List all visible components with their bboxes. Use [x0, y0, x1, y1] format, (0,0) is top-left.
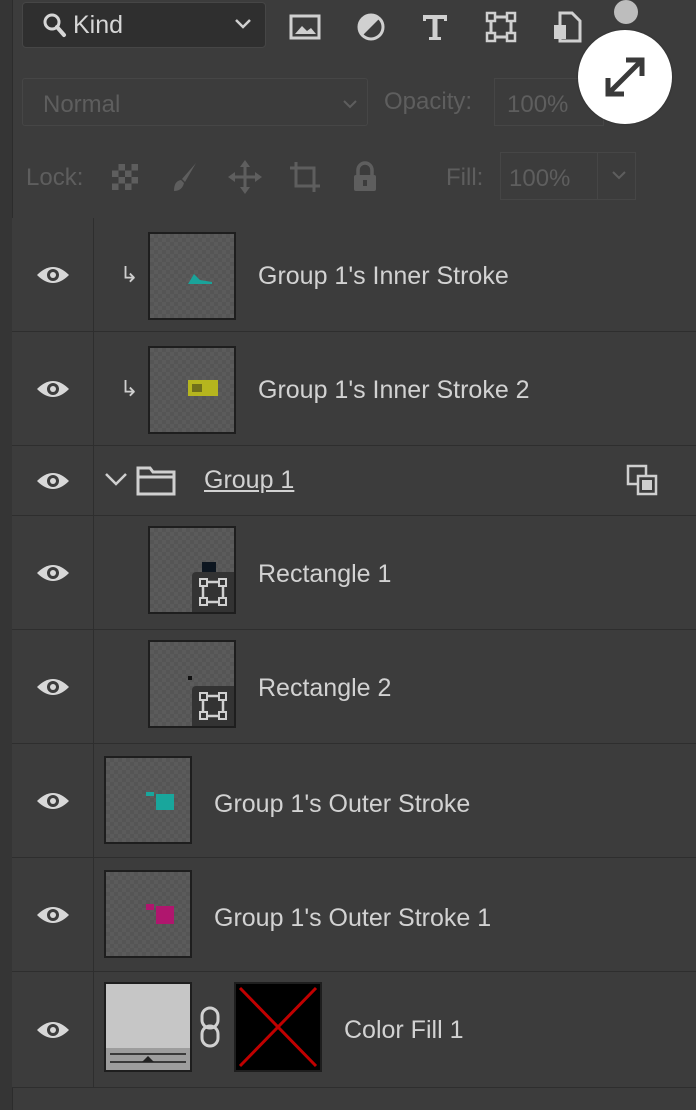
lock-position-icon[interactable]	[228, 160, 262, 194]
layer-row[interactable]: ↳ Group 1's Inner Stroke 2	[12, 332, 696, 446]
expand-icon[interactable]	[578, 30, 672, 124]
thumbnail-shape	[188, 274, 212, 284]
layers-panel: Kind Normal Opacity: 100% Lock: Fill: 10…	[0, 0, 696, 1110]
layer-row[interactable]: Rectangle 2	[12, 630, 696, 744]
shape-layer-badge	[192, 686, 234, 726]
link-icon[interactable]	[198, 1006, 222, 1048]
eye-icon[interactable]	[35, 1018, 71, 1042]
lock-all-icon[interactable]	[348, 160, 382, 194]
smart-object-filter-icon[interactable]	[550, 10, 584, 44]
layer-name[interactable]: Group 1's Inner Stroke 2	[258, 376, 530, 405]
fill-label: Fill:	[446, 164, 484, 191]
smart-object-badge-icon	[626, 464, 658, 496]
visibility-toggle[interactable]	[12, 332, 94, 445]
visibility-toggle[interactable]	[12, 630, 94, 743]
eye-icon[interactable]	[35, 377, 71, 401]
disabled-mask-icon	[238, 986, 318, 1068]
fill-layer-thumbnail[interactable]	[104, 982, 192, 1072]
visibility-toggle[interactable]	[12, 744, 94, 857]
eye-icon[interactable]	[35, 675, 71, 699]
layer-name[interactable]: Group 1's Outer Stroke	[214, 790, 470, 819]
layer-row[interactable]: ↳ Group 1's Inner Stroke	[12, 218, 696, 332]
layer-row[interactable]: Group 1's Outer Stroke 1	[12, 858, 696, 972]
chevron-down-icon[interactable]	[609, 165, 629, 185]
eye-icon[interactable]	[35, 561, 71, 585]
layer-thumbnail[interactable]	[148, 346, 236, 434]
opacity-label: Opacity:	[384, 88, 473, 115]
filter-kind-select[interactable]: Kind	[22, 2, 266, 48]
layer-name[interactable]: Rectangle 2	[258, 674, 391, 703]
eye-icon[interactable]	[35, 469, 71, 493]
eye-icon[interactable]	[35, 263, 71, 287]
thumbnail-shape	[146, 792, 174, 810]
image-filter-icon[interactable]	[288, 10, 322, 44]
layer-name[interactable]: Group 1	[204, 466, 294, 495]
chevron-down-icon[interactable]	[104, 470, 128, 488]
filter-toggle-icon[interactable]	[614, 0, 638, 24]
visibility-toggle[interactable]	[12, 972, 94, 1087]
opacity-value: 100%	[507, 91, 569, 118]
layer-thumbnail[interactable]	[104, 756, 192, 844]
filter-kind-label: Kind	[73, 10, 124, 39]
lock-image-pixels-icon[interactable]	[168, 160, 202, 194]
folder-icon	[136, 466, 176, 496]
lock-transparent-pixels-icon[interactable]	[108, 160, 142, 194]
lock-artboard-icon[interactable]	[288, 160, 322, 194]
fill-divider	[597, 153, 598, 199]
blend-mode-value: Normal	[43, 91, 121, 118]
clipping-mask-icon: ↳	[120, 262, 139, 287]
thumbnail-shape	[188, 380, 218, 396]
shape-layer-badge	[192, 572, 234, 612]
layer-name[interactable]: Color Fill 1	[344, 1016, 463, 1045]
visibility-toggle[interactable]	[12, 516, 94, 629]
lock-label: Lock:	[26, 164, 84, 191]
layer-row[interactable]: Group 1's Outer Stroke	[12, 744, 696, 858]
chevron-down-icon	[235, 19, 251, 29]
visibility-toggle[interactable]	[12, 446, 94, 515]
layer-thumbnail[interactable]	[104, 870, 192, 958]
fill-layer-icon	[106, 1048, 190, 1070]
group-row[interactable]: Group 1	[12, 446, 696, 516]
layer-name[interactable]: Group 1's Outer Stroke 1	[214, 904, 491, 933]
shape-filter-icon[interactable]	[484, 10, 518, 44]
layer-row[interactable]: Rectangle 1	[12, 516, 696, 630]
search-icon	[43, 13, 66, 37]
adjustment-filter-icon[interactable]	[354, 10, 388, 44]
fill-input[interactable]: 100%	[500, 152, 636, 200]
shape-icon	[199, 692, 227, 720]
visibility-toggle[interactable]	[12, 218, 94, 331]
fill-value: 100%	[509, 165, 571, 192]
layer-row[interactable]: Color Fill 1	[12, 972, 696, 1088]
layer-thumbnail[interactable]	[148, 526, 236, 614]
layer-name[interactable]: Group 1's Inner Stroke	[258, 262, 509, 291]
eye-icon[interactable]	[35, 789, 71, 813]
layer-thumbnail[interactable]	[148, 640, 236, 728]
eye-icon[interactable]	[35, 903, 71, 927]
chevron-down-icon	[343, 100, 357, 109]
layer-mask-thumbnail[interactable]	[234, 982, 322, 1072]
shape-icon	[199, 578, 227, 606]
blend-mode-select[interactable]: Normal	[22, 78, 368, 126]
lock-row: Lock: Fill: 100%	[12, 150, 696, 206]
layer-thumbnail[interactable]	[148, 232, 236, 320]
thumbnail-shape	[146, 904, 174, 924]
type-filter-icon[interactable]	[418, 10, 452, 44]
layer-name[interactable]: Rectangle 1	[258, 560, 391, 589]
clipping-mask-icon: ↳	[120, 376, 139, 401]
visibility-toggle[interactable]	[12, 858, 94, 971]
